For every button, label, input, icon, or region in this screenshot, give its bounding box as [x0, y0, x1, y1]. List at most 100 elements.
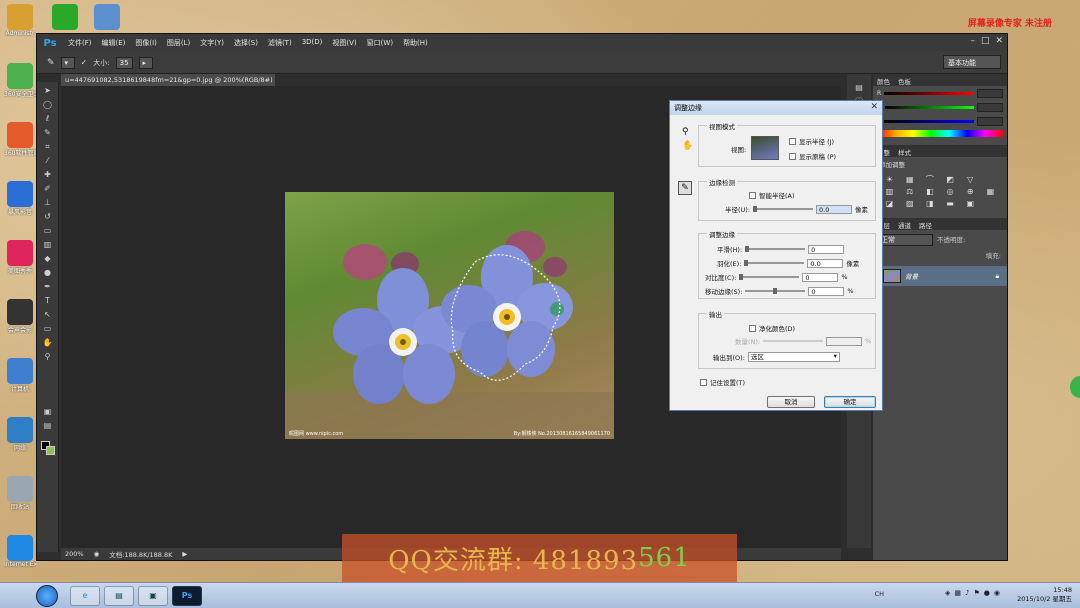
desktop-icon-2[interactable]: 360软件管家 [4, 122, 36, 157]
output-to-select[interactable]: 选区 [747, 352, 840, 362]
maximize-icon[interactable]: □ [981, 36, 990, 46]
status-arrow-icon[interactable]: ▶ [182, 550, 187, 558]
iqiyi-icon[interactable] [52, 4, 78, 30]
hand-tool-icon[interactable]: ✋ [41, 337, 55, 348]
hand-tool-icon[interactable]: ✋ [682, 141, 693, 151]
amount-input[interactable] [826, 336, 863, 346]
radius-input[interactable]: 0.0 [816, 204, 853, 214]
network-computer-icon[interactable] [94, 4, 120, 30]
adjust-edge-input[interactable]: 0 [802, 272, 839, 282]
radius-slider[interactable] [753, 206, 814, 212]
quick-select-tool-icon[interactable]: ✎ [41, 127, 55, 138]
menu-item[interactable]: 帮助(H) [398, 38, 433, 48]
adjust-edge-input[interactable]: 0 [808, 286, 845, 296]
stamp-tool-icon[interactable]: ⊥ [41, 197, 55, 208]
vibrance-icon[interactable]: ▽ [962, 175, 979, 184]
start-button[interactable] [36, 585, 58, 607]
document-tab[interactable]: u=447691082,5318619848fm=21&gp=0.jpg @ 2… [61, 74, 275, 86]
shape-tool-icon[interactable]: ▭ [41, 323, 55, 334]
blue-value[interactable] [977, 116, 1003, 126]
color-spectrum[interactable] [877, 130, 1003, 137]
brush-mode-icon[interactable]: ▾ [60, 56, 75, 69]
color-lookup-icon[interactable]: ▦ [982, 187, 999, 196]
clock[interactable]: 15:48 2015/10/2 星期五 [1017, 586, 1072, 604]
photoshop-taskbar-icon[interactable]: Ps [172, 586, 202, 606]
tray-app-icon[interactable]: ● [984, 589, 990, 597]
remember-settings-checkbox[interactable] [700, 378, 707, 386]
show-original-checkbox[interactable] [789, 152, 796, 160]
blur-tool-icon[interactable]: ◆ [41, 253, 55, 264]
path-select-tool-icon[interactable]: ↖ [41, 309, 55, 320]
menu-item[interactable]: 选择(S) [229, 38, 263, 48]
status-info-icon[interactable]: ◉ [94, 550, 100, 558]
cancel-button[interactable]: 取消 [767, 396, 815, 408]
tray-app2-icon[interactable]: ◉ [994, 589, 1000, 597]
workspace-select[interactable]: 基本功能 [943, 55, 1001, 69]
history-panel-icon[interactable]: ▤ [852, 82, 866, 93]
minimize-icon[interactable]: – [970, 36, 975, 46]
adjust-edge-slider[interactable] [745, 288, 806, 294]
gradient-map-icon[interactable]: ▬ [941, 199, 958, 208]
channel-mixer-icon[interactable]: ⊕ [962, 187, 979, 196]
exposure-icon[interactable]: ◩ [941, 175, 958, 184]
menu-item[interactable]: 视图(V) [327, 38, 361, 48]
zoom-tool-icon[interactable]: ⚲ [682, 127, 689, 137]
background-color-swatch[interactable] [46, 446, 55, 455]
selective-color-icon[interactable]: ▣ [962, 199, 979, 208]
red-value[interactable] [977, 88, 1003, 98]
tab-color[interactable]: 颜色 [877, 76, 890, 86]
brush-tool-icon[interactable]: ✐ [41, 183, 55, 194]
levels-icon[interactable]: ▦ [901, 175, 918, 184]
app-taskbar-icon[interactable]: ▣ [138, 586, 168, 606]
hue-sat-icon[interactable]: ▥ [881, 187, 898, 196]
desktop-icon-7[interactable]: 网络 [4, 417, 36, 452]
menu-item[interactable]: 文字(Y) [195, 38, 229, 48]
screen-mode-icon[interactable]: ▤ [41, 420, 55, 431]
blue-slider[interactable]: B [873, 114, 1007, 128]
photo-filter-icon[interactable]: ◎ [941, 187, 958, 196]
desktop-icon-5[interactable]: 会声会影 [4, 299, 36, 334]
amount-slider[interactable] [763, 340, 824, 342]
explorer-taskbar-icon[interactable]: ▤ [104, 586, 134, 606]
zoom-level[interactable]: 200% [65, 550, 84, 558]
desktop-icon-1[interactable]: 360安全卫士 [4, 63, 36, 98]
adjust-edge-slider[interactable] [744, 260, 805, 266]
tray-shield-icon[interactable]: ◈ [945, 589, 950, 597]
slider-knob[interactable] [773, 288, 778, 294]
red-slider[interactable]: R [873, 86, 1007, 100]
adjust-edge-input[interactable]: 0.0 [807, 258, 844, 268]
menu-item[interactable]: 图像(I) [130, 38, 162, 48]
green-value[interactable] [977, 102, 1003, 112]
size-dropdown-icon[interactable]: ▸ [138, 56, 153, 69]
dodge-tool-icon[interactable]: ● [41, 267, 55, 278]
tab-styles[interactable]: 样式 [898, 147, 911, 157]
tab-swatches[interactable]: 色板 [898, 76, 911, 86]
menu-item[interactable]: 滤镜(T) [263, 38, 297, 48]
desktop-icon-4[interactable]: 美图秀秀 [4, 240, 36, 275]
marquee-tool-icon[interactable]: ◯ [41, 99, 55, 110]
adjust-edge-slider[interactable] [745, 246, 806, 252]
ie-taskbar-icon[interactable]: e [70, 586, 100, 606]
tray-flag-icon[interactable]: ⚑ [974, 589, 980, 597]
flower-image[interactable]: 昵图网 www.nipic.com By:钢铁侠 No.201308161658… [285, 192, 614, 439]
quick-mask-icon[interactable]: ▣ [41, 406, 55, 417]
menu-item[interactable]: 文件(F) [63, 38, 97, 48]
checkmark-icon[interactable]: ✓ [81, 58, 88, 67]
history-brush-icon[interactable]: ↺ [41, 211, 55, 222]
threshold-icon[interactable]: ◨ [921, 199, 938, 208]
brush-tool-icon[interactable]: ✎ [47, 58, 55, 68]
posterize-icon[interactable]: ▨ [901, 199, 918, 208]
menu-item[interactable]: 窗口(W) [362, 38, 398, 48]
ok-button[interactable]: 确定 [824, 396, 876, 408]
view-thumbnail[interactable] [751, 136, 779, 160]
tray-network-icon[interactable]: ▦ [954, 589, 961, 597]
adjust-edge-slider[interactable] [739, 274, 800, 280]
desktop-icon-3[interactable]: 暴风影音 [4, 181, 36, 216]
type-tool-icon[interactable]: T [41, 295, 55, 306]
show-radius-checkbox[interactable] [789, 137, 796, 145]
menu-item[interactable]: 编辑(E) [97, 38, 131, 48]
desktop-icon-0[interactable]: Administr [4, 4, 36, 37]
zoom-tool-icon[interactable]: ⚲ [41, 351, 55, 362]
lasso-tool-icon[interactable]: ℓ [41, 113, 55, 124]
desktop-icon-9[interactable]: Internet Explorer [4, 535, 36, 568]
